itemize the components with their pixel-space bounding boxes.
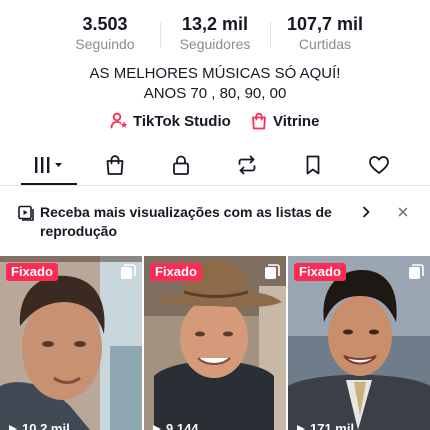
view-count-value: 9.144 (166, 421, 199, 430)
view-count-value: 171 mil (310, 421, 355, 430)
showcase-label: Vitrine (273, 112, 320, 130)
pinned-badge: Fixado (150, 263, 202, 281)
tab-favorites[interactable] (280, 146, 346, 184)
followers-label: Seguidores (179, 36, 251, 52)
profile-links: TikTok Studio Vitrine (0, 110, 430, 132)
profile-tabs (0, 146, 430, 186)
pinned-badge: Fixado (6, 263, 58, 281)
playlist-promo-banner[interactable]: Receba mais visualizações com as listas … (0, 196, 430, 246)
play-icon (9, 424, 17, 430)
profile-bio: AS MELHORES MÚSICAS SÓ AQUÍ! ANOS 70 , 8… (0, 64, 430, 104)
video-thumbnail[interactable]: Fixado 9.144 (144, 256, 286, 430)
video-cover-image (0, 256, 142, 430)
bio-line-2: ANOS 70 , 80, 90, 00 (143, 85, 287, 102)
banner-text: Receba mais visualizações com as listas … (40, 204, 332, 239)
person-star-icon (109, 111, 129, 131)
following-label: Seguindo (75, 36, 135, 52)
tiktok-studio-link[interactable]: TikTok Studio (109, 110, 231, 132)
multi-image-icon (121, 264, 136, 279)
view-count: 9.144 (152, 421, 199, 430)
play-icon (297, 424, 305, 430)
tab-videos[interactable] (16, 146, 82, 185)
tab-shop[interactable] (82, 146, 148, 184)
video-cover-image (144, 256, 286, 430)
shopping-bag-icon (106, 155, 124, 175)
play-icon (153, 424, 161, 430)
showcase-link[interactable]: Vitrine (249, 110, 319, 132)
video-thumbnail[interactable]: Fixado 171 mil (288, 256, 430, 430)
following-count: 3.503 (82, 14, 128, 34)
repost-icon (238, 155, 256, 175)
video-grid: Fixado 10,2 mil Fixado 9.144 Fixado 171 … (0, 256, 430, 430)
likes-label: Curtidas (298, 36, 352, 52)
view-count: 171 mil (296, 421, 354, 430)
heart-icon (369, 156, 389, 174)
tab-private[interactable] (148, 146, 214, 184)
likes-stat[interactable]: 107,7 mil Curtidas (270, 14, 380, 53)
grid-bars-icon (35, 157, 62, 173)
chevron-right-icon[interactable] (358, 204, 374, 220)
view-count: 10,2 mil (8, 421, 70, 430)
multi-image-icon (265, 264, 280, 279)
tab-reposts[interactable] (214, 146, 280, 184)
likes-count: 107,7 mil (286, 14, 364, 34)
tab-liked[interactable] (346, 146, 412, 184)
lock-icon (173, 155, 189, 175)
followers-count: 13,2 mil (181, 14, 249, 34)
video-cover-image (288, 256, 430, 430)
tiktok-studio-label: TikTok Studio (133, 112, 231, 130)
video-thumbnail[interactable]: Fixado 10,2 mil (0, 256, 142, 430)
pinned-badge: Fixado (294, 263, 346, 281)
profile-stats: 3.503 Seguindo 13,2 mil Seguidores 107,7… (0, 14, 430, 54)
playlist-icon (18, 205, 34, 221)
followers-stat[interactable]: 13,2 mil Seguidores (160, 14, 270, 53)
following-stat[interactable]: 3.503 Seguindo (50, 14, 160, 53)
bio-line-1: AS MELHORES MÚSICAS SÓ AQUÍ! (89, 65, 341, 82)
close-icon[interactable] (395, 204, 411, 220)
shopping-bag-icon (249, 111, 269, 131)
view-count-value: 10,2 mil (22, 421, 70, 430)
multi-image-icon (409, 264, 424, 279)
bookmark-icon (306, 155, 320, 175)
